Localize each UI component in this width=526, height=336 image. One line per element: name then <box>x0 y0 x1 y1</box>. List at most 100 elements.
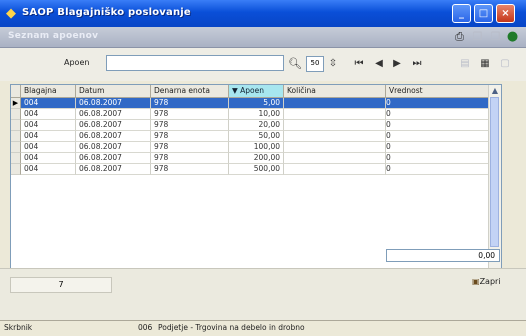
cell-denarna-enota[interactable]: 978 <box>151 131 229 142</box>
close-button[interactable]: ▣Zapri <box>472 277 501 286</box>
delete-icon[interactable]: ▤ <box>458 56 472 71</box>
table-row[interactable]: 004 06.08.2007 978 10,00 0 <box>11 109 491 120</box>
table-row[interactable]: ▶ 004 06.08.2007 978 5,00 0 <box>11 98 491 109</box>
table-row[interactable]: 004 06.08.2007 978 200,00 0 <box>11 153 491 164</box>
row-selector-header <box>11 85 21 98</box>
column-header-apoen-label: Apoen <box>240 86 265 95</box>
cell-vrednost[interactable]: 0 <box>386 131 491 142</box>
row-selector[interactable] <box>11 164 21 175</box>
current-row-icon: ▶ <box>12 99 19 107</box>
edit-icon[interactable]: ▦ <box>478 56 492 71</box>
copy-icon[interactable]: ❐ <box>470 29 485 44</box>
cell-datum[interactable]: 06.08.2007 <box>76 142 151 153</box>
new-icon[interactable]: ▢ <box>498 56 512 71</box>
cell-blagajna[interactable]: 004 <box>21 98 76 109</box>
cell-datum[interactable]: 06.08.2007 <box>76 153 151 164</box>
status-bar: Skrbnik 006 Podjetje - Trgovina na debel… <box>0 320 526 336</box>
scroll-thumb[interactable] <box>490 97 499 247</box>
table-row[interactable]: 004 06.08.2007 978 100,00 0 <box>11 142 491 153</box>
cell-datum[interactable]: 06.08.2007 <box>76 164 151 175</box>
page-size-icon[interactable]: ⇳ <box>326 56 340 71</box>
page-size-field[interactable]: 50 <box>306 56 324 72</box>
paste-icon[interactable]: ❐ <box>488 29 503 44</box>
status-company-code: 006 <box>138 323 153 332</box>
cell-vrednost[interactable]: 0 <box>386 164 491 175</box>
close-button-label: Zapri <box>479 277 501 286</box>
column-header-blagajna[interactable]: Blagajna <box>21 85 76 98</box>
cell-kolicina[interactable] <box>284 164 386 175</box>
filter-input[interactable] <box>106 55 284 71</box>
table-row[interactable]: 004 06.08.2007 978 500,00 0 <box>11 164 491 175</box>
filter-label: Apoen <box>64 58 90 67</box>
cell-kolicina[interactable] <box>284 142 386 153</box>
column-header-apoen[interactable]: ▼ Apoen <box>229 85 284 98</box>
cell-kolicina[interactable] <box>284 109 386 120</box>
sort-desc-icon: ▼ <box>232 86 241 95</box>
status-company-name: Podjetje - Trgovina na debelo in drobno <box>158 323 305 332</box>
cell-datum[interactable]: 06.08.2007 <box>76 109 151 120</box>
cell-vrednost[interactable]: 0 <box>386 98 491 109</box>
cell-blagajna[interactable]: 004 <box>21 109 76 120</box>
title-bar: ◆ SAOP Blagajniško poslovanje _ □ × <box>0 0 526 27</box>
cell-datum[interactable]: 06.08.2007 <box>76 120 151 131</box>
cell-kolicina[interactable] <box>284 120 386 131</box>
cell-vrednost[interactable]: 0 <box>386 153 491 164</box>
row-selector[interactable]: ▶ <box>11 98 21 109</box>
list-header: Seznam apoenov ⎙ ❐ ❐ ● <box>0 27 526 48</box>
next-record-icon[interactable]: ▶ <box>390 56 404 71</box>
cell-denarna-enota[interactable]: 978 <box>151 120 229 131</box>
cell-datum[interactable]: 06.08.2007 <box>76 98 151 109</box>
cell-apoen[interactable]: 500,00 <box>229 164 284 175</box>
app-icon: ◆ <box>6 6 16 21</box>
cell-blagajna[interactable]: 004 <box>21 153 76 164</box>
print-icon[interactable]: ⎙ <box>452 29 467 44</box>
cell-vrednost[interactable]: 0 <box>386 109 491 120</box>
row-selector[interactable] <box>11 131 21 142</box>
last-record-icon[interactable]: ⏭ <box>410 56 424 71</box>
status-user: Skrbnik <box>4 323 33 332</box>
cell-denarna-enota[interactable]: 978 <box>151 98 229 109</box>
table-row[interactable]: 004 06.08.2007 978 20,00 0 <box>11 120 491 131</box>
search-icon[interactable]: 🔍︎ <box>288 56 302 71</box>
table-row[interactable]: 004 06.08.2007 978 50,00 0 <box>11 131 491 142</box>
cell-vrednost[interactable]: 0 <box>386 142 491 153</box>
cell-blagajna[interactable]: 004 <box>21 142 76 153</box>
cell-kolicina[interactable] <box>284 131 386 142</box>
column-header-datum[interactable]: Datum <box>76 85 151 98</box>
cell-vrednost[interactable]: 0 <box>386 120 491 131</box>
cell-apoen[interactable]: 200,00 <box>229 153 284 164</box>
filter-bar: Apoen 🔍︎ 50 ⇳ ⏮ ◀ ▶ ⏭ ▤ ▦ ▢ <box>0 48 526 81</box>
total-value: 0,00 <box>386 249 500 262</box>
cell-datum[interactable]: 06.08.2007 <box>76 131 151 142</box>
cell-apoen[interactable]: 20,00 <box>229 120 284 131</box>
scroll-up-icon[interactable]: ▲ <box>489 85 501 97</box>
cell-denarna-enota[interactable]: 978 <box>151 109 229 120</box>
cell-denarna-enota[interactable]: 978 <box>151 153 229 164</box>
row-selector[interactable] <box>11 120 21 131</box>
previous-record-icon[interactable]: ◀ <box>372 56 386 71</box>
refresh-icon[interactable]: ● <box>505 29 520 44</box>
row-selector[interactable] <box>11 109 21 120</box>
cell-apoen[interactable]: 5,00 <box>229 98 284 109</box>
close-window-button[interactable]: × <box>496 4 515 23</box>
column-header-vrednost[interactable]: Vrednost <box>386 85 491 98</box>
maximize-button[interactable]: □ <box>474 4 493 23</box>
cell-denarna-enota[interactable]: 978 <box>151 142 229 153</box>
cell-kolicina[interactable] <box>284 153 386 164</box>
column-header-kolicina[interactable]: Količina <box>284 85 386 98</box>
minimize-button[interactable]: _ <box>452 4 471 23</box>
first-record-icon[interactable]: ⏮ <box>352 56 366 71</box>
window-title: SAOP Blagajniško poslovanje <box>22 7 191 18</box>
cell-apoen[interactable]: 10,00 <box>229 109 284 120</box>
row-selector[interactable] <box>11 153 21 164</box>
cell-apoen[interactable]: 50,00 <box>229 131 284 142</box>
cell-blagajna[interactable]: 004 <box>21 120 76 131</box>
row-selector[interactable] <box>11 142 21 153</box>
cell-apoen[interactable]: 100,00 <box>229 142 284 153</box>
cell-blagajna[interactable]: 004 <box>21 131 76 142</box>
list-title: Seznam apoenov <box>8 31 99 41</box>
column-header-denarna-enota[interactable]: Denarna enota <box>151 85 229 98</box>
cell-denarna-enota[interactable]: 978 <box>151 164 229 175</box>
cell-kolicina[interactable] <box>284 98 386 109</box>
cell-blagajna[interactable]: 004 <box>21 164 76 175</box>
